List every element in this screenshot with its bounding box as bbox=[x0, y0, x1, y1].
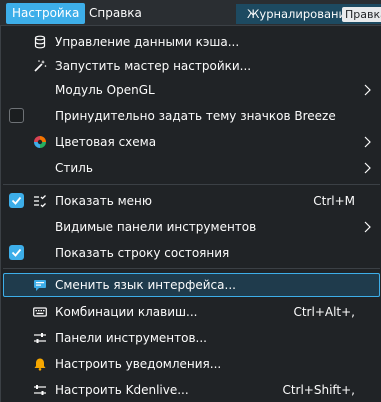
menu-item-label: Стиль bbox=[55, 161, 93, 175]
menu-item-wizard[interactable]: Запустить мастер настройки... bbox=[3, 54, 380, 78]
checkmark-icon bbox=[11, 196, 22, 205]
workspace-logging[interactable]: Журналирование bbox=[247, 4, 353, 24]
chevron-right-icon bbox=[364, 136, 371, 148]
workspace-switcher: Журналирование Правка bbox=[236, 4, 381, 24]
menu-help[interactable]: Справка bbox=[83, 3, 148, 24]
shortcut-label: Ctrl+Shift+, bbox=[282, 383, 355, 397]
menu-item-visible-toolbars[interactable]: Видимые панели инструментов bbox=[3, 215, 380, 239]
language-icon bbox=[34, 280, 46, 291]
menu-item-label: Показать меню bbox=[55, 194, 152, 208]
keyboard-icon bbox=[33, 307, 47, 317]
menu-item-breeze-icons[interactable]: Принудительно задать тему значков Breeze bbox=[3, 104, 380, 128]
menu-item-color-scheme[interactable]: Цветовая схема bbox=[3, 130, 380, 154]
menu-item-configure-toolbars[interactable]: Панели инструментов... bbox=[3, 326, 380, 350]
menu-item-label: Модуль OpenGL bbox=[55, 83, 155, 97]
menu-item-label: Панели инструментов... bbox=[55, 331, 207, 345]
menu-separator bbox=[3, 268, 380, 269]
sliders-icon bbox=[34, 333, 46, 343]
menu-item-cache[interactable]: Управление данными кэша... bbox=[3, 30, 380, 54]
magic-wand-icon bbox=[34, 60, 47, 72]
show-menu-checkbox[interactable] bbox=[9, 193, 24, 208]
menu-item-change-language[interactable]: Сменить язык интерфейса... bbox=[3, 273, 380, 297]
menu-item-opengl[interactable]: Модуль OpenGL bbox=[3, 78, 380, 102]
shortcut-label: Ctrl+M bbox=[313, 194, 355, 208]
chevron-right-icon bbox=[364, 221, 371, 233]
color-scheme-icon bbox=[34, 136, 46, 148]
menu-item-label: Показать строку состояния bbox=[55, 246, 230, 260]
statusbar-checkbox[interactable] bbox=[9, 245, 24, 260]
menu-item-statusbar[interactable]: Показать строку состояния bbox=[3, 241, 380, 265]
menu-item-style[interactable]: Стиль bbox=[3, 156, 380, 180]
checkmark-icon bbox=[11, 248, 22, 257]
breeze-checkbox[interactable] bbox=[9, 108, 24, 123]
menu-separator bbox=[3, 184, 380, 185]
chevron-right-icon bbox=[364, 162, 371, 174]
menu-item-show-menu[interactable]: Показать меню Ctrl+M bbox=[3, 189, 380, 213]
menu-item-label: Принудительно задать тему значков Breeze bbox=[55, 109, 336, 123]
chevron-right-icon bbox=[364, 84, 371, 96]
settings-dropdown-menu: Управление данными кэша... Запустить мас… bbox=[0, 26, 381, 402]
show-menu-icon bbox=[34, 195, 46, 208]
workspace-edit-tab[interactable]: Правка bbox=[342, 7, 381, 22]
menu-item-label: Запустить мастер настройки... bbox=[55, 59, 252, 73]
menu-item-label: Настроить уведомления... bbox=[55, 357, 222, 371]
menu-item-label: Видимые панели инструментов bbox=[55, 220, 257, 234]
menu-item-notifications[interactable]: Настроить уведомления... bbox=[3, 352, 380, 376]
menu-item-label: Цветовая схема bbox=[55, 135, 157, 149]
menu-item-configure-kdenlive[interactable]: Настроить Kdenlive... Ctrl+Shift+, bbox=[3, 378, 380, 402]
settings-icon bbox=[34, 385, 46, 395]
menu-item-label: Комбинации клавиш... bbox=[55, 305, 198, 319]
menu-item-label: Настроить Kdenlive... bbox=[55, 383, 189, 397]
shortcut-label: Ctrl+Alt+, bbox=[293, 305, 355, 319]
bell-icon bbox=[34, 358, 46, 371]
database-icon bbox=[34, 35, 46, 49]
menu-item-label: Управление данными кэша... bbox=[55, 35, 240, 49]
menu-settings[interactable]: Настройка bbox=[6, 3, 86, 24]
menu-bar: Настройка Справка Журналирование Правка bbox=[0, 0, 381, 26]
menu-item-shortcuts[interactable]: Комбинации клавиш... Ctrl+Alt+, bbox=[3, 300, 380, 324]
menu-item-label: Сменить язык интерфейса... bbox=[55, 278, 236, 292]
